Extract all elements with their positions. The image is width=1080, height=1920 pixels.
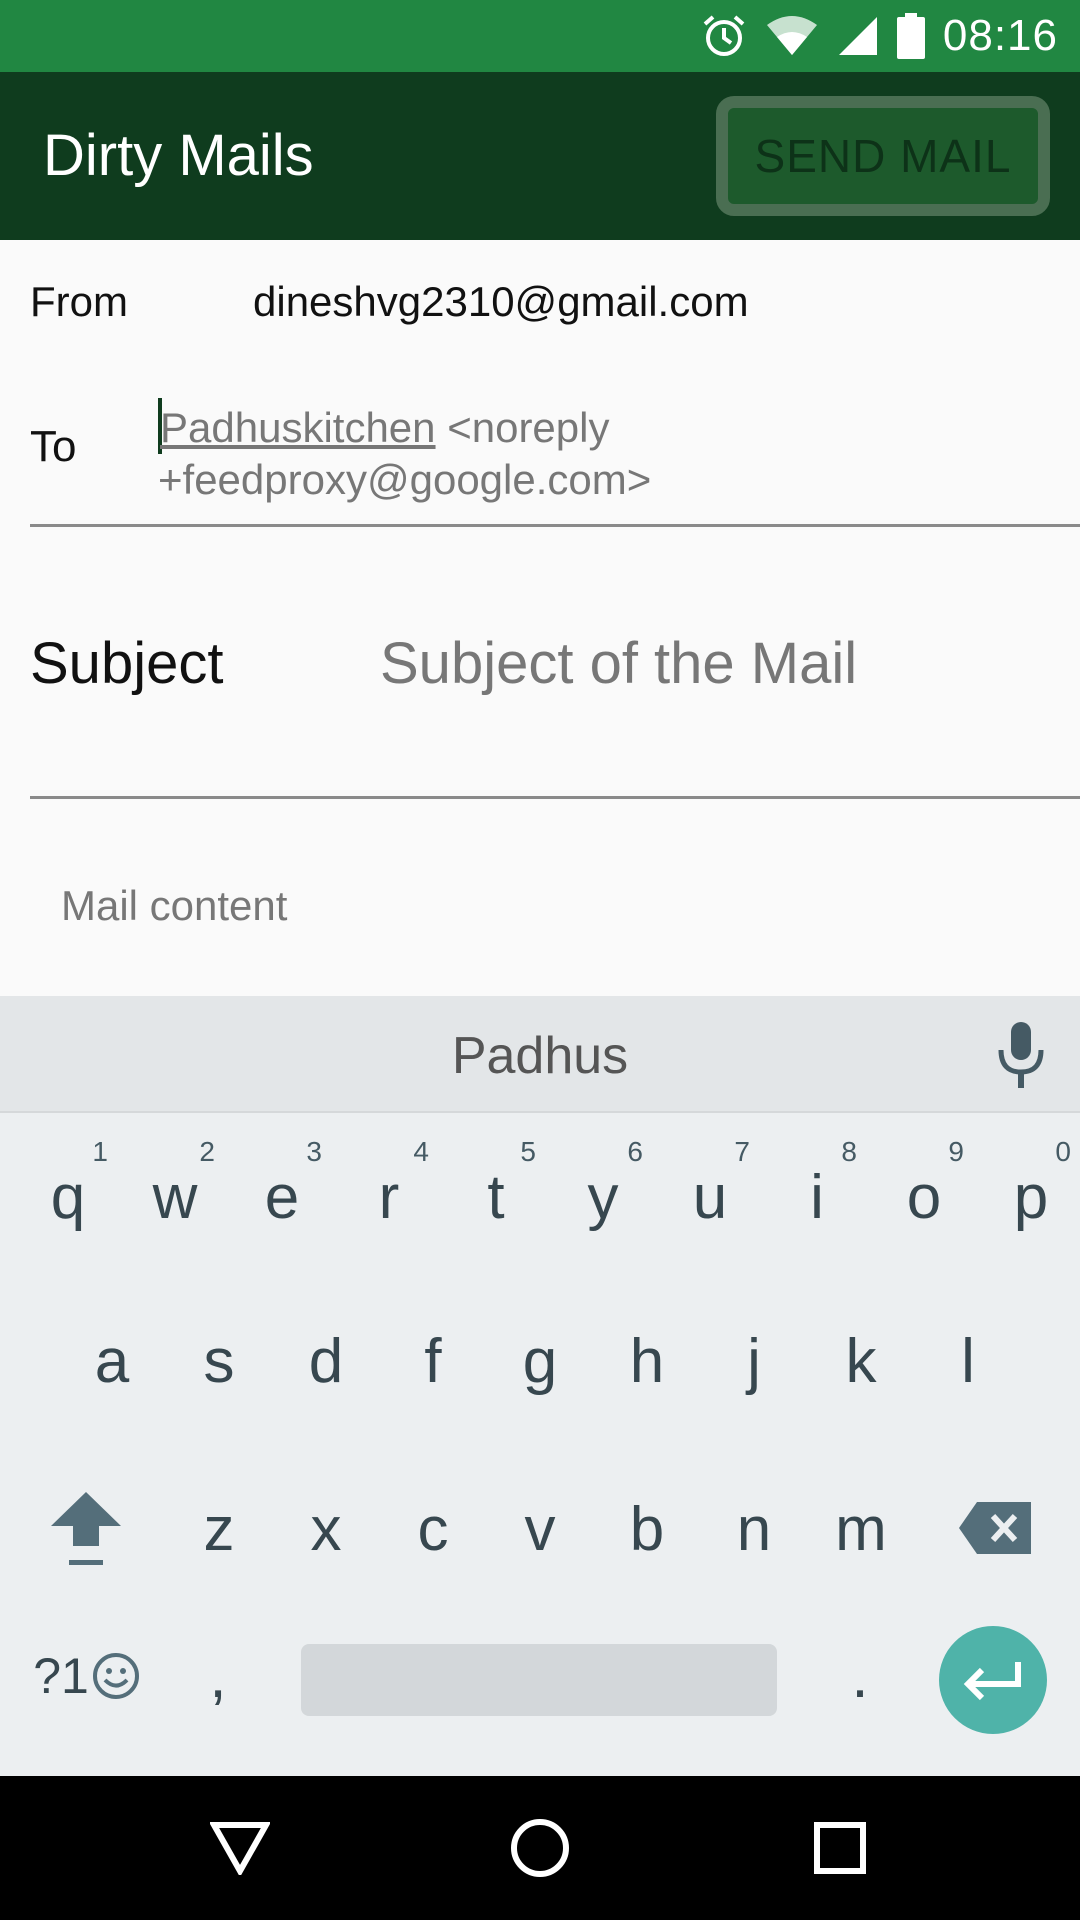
back-triangle-icon xyxy=(210,1822,270,1875)
key-hint: 8 xyxy=(841,1136,857,1167)
key-m[interactable]: m xyxy=(811,1464,911,1594)
to-label: To xyxy=(30,422,77,471)
subject-label: Subject xyxy=(30,631,224,696)
from-address: dineshvg2310@gmail.com xyxy=(253,278,749,325)
key-n[interactable]: n xyxy=(704,1464,804,1594)
period-key[interactable]: . xyxy=(820,1636,900,1716)
key-hint: 0 xyxy=(1055,1136,1071,1167)
key-hint: 1 xyxy=(92,1136,108,1167)
key-q[interactable]: q1 xyxy=(18,1132,118,1262)
key-a[interactable]: a xyxy=(62,1296,162,1426)
alarm-icon xyxy=(703,15,745,56)
key-u[interactable]: u7 xyxy=(660,1132,760,1262)
emoji-icon xyxy=(92,1653,139,1699)
screen: 08:16 Dirty Mails SEND MAIL From dineshv… xyxy=(0,0,1080,1920)
subject-field[interactable]: Subject of the Mail xyxy=(380,630,857,697)
key-p[interactable]: p0 xyxy=(981,1132,1080,1262)
comma-key[interactable]: , xyxy=(178,1636,258,1716)
key-hint: 2 xyxy=(199,1136,215,1167)
navigation-bar xyxy=(0,1776,1080,1920)
key-hint: 6 xyxy=(627,1136,643,1167)
send-mail-button[interactable]: SEND MAIL xyxy=(716,96,1050,216)
key-r[interactable]: r4 xyxy=(339,1132,439,1262)
home-button[interactable] xyxy=(480,1776,600,1920)
key-k[interactable]: k xyxy=(811,1296,911,1426)
backspace-key[interactable] xyxy=(950,1485,1040,1571)
key-b[interactable]: b xyxy=(597,1464,697,1594)
key-y[interactable]: y6 xyxy=(553,1132,653,1262)
wifi-icon xyxy=(766,16,817,55)
to-underline xyxy=(30,524,1080,527)
shift-icon xyxy=(51,1492,121,1565)
mail-content-field[interactable]: Mail content xyxy=(61,882,287,930)
from-label: From xyxy=(30,278,128,325)
suggestion-word[interactable]: Padhus xyxy=(0,1026,1080,1086)
subject-underline xyxy=(30,796,1080,799)
key-hint: 3 xyxy=(306,1136,322,1167)
key-h[interactable]: h xyxy=(597,1296,697,1426)
key-s[interactable]: s xyxy=(169,1296,269,1426)
signal-icon xyxy=(838,17,877,55)
key-v[interactable]: v xyxy=(490,1464,590,1594)
enter-icon xyxy=(963,1662,1021,1701)
space-key[interactable] xyxy=(301,1644,777,1716)
key-z[interactable]: z xyxy=(169,1464,269,1594)
status-bar: 08:16 xyxy=(0,0,1080,72)
suggestion-strip: Padhus xyxy=(0,996,1080,1113)
key-l[interactable]: l xyxy=(918,1296,1018,1426)
backspace-icon xyxy=(959,1502,1031,1554)
key-hint: 9 xyxy=(948,1136,964,1167)
app-title: Dirty Mails xyxy=(43,123,314,188)
symbols-key[interactable]: ?1 xyxy=(28,1636,146,1716)
to-field[interactable]: Padhuskitchen <noreply +feedproxy@google… xyxy=(158,398,1058,506)
app-bar: Dirty Mails SEND MAIL xyxy=(0,72,1080,240)
key-c[interactable]: c xyxy=(383,1464,483,1594)
home-circle-icon xyxy=(511,1819,569,1877)
key-t[interactable]: t5 xyxy=(446,1132,546,1262)
battery-icon xyxy=(896,13,925,59)
shift-key[interactable] xyxy=(43,1485,129,1571)
key-w[interactable]: w2 xyxy=(125,1132,225,1262)
soft-keyboard: Padhus q1w2e3r4t5y6u7i8o9p0 asdfghjkl zx… xyxy=(0,996,1080,1776)
key-g[interactable]: g xyxy=(490,1296,590,1426)
to-suggestion-word: Padhuskitchen xyxy=(160,404,436,451)
key-hint: 7 xyxy=(734,1136,750,1167)
key-i[interactable]: i8 xyxy=(767,1132,867,1262)
recents-button[interactable] xyxy=(780,1776,900,1920)
compose-form: From dineshvg2310@gmail.com To Padhuskit… xyxy=(0,240,1080,996)
key-hint: 4 xyxy=(413,1136,429,1167)
key-j[interactable]: j xyxy=(704,1296,804,1426)
key-hint: 5 xyxy=(520,1136,536,1167)
recents-square-icon xyxy=(814,1822,866,1874)
key-x[interactable]: x xyxy=(276,1464,376,1594)
enter-key[interactable] xyxy=(939,1626,1047,1734)
clock-time: 08:16 xyxy=(942,11,1058,60)
key-d[interactable]: d xyxy=(276,1296,376,1426)
symbols-label: ?1 xyxy=(33,1648,89,1704)
key-e[interactable]: e3 xyxy=(232,1132,332,1262)
key-o[interactable]: o9 xyxy=(874,1132,974,1262)
key-f[interactable]: f xyxy=(383,1296,483,1426)
microphone-icon[interactable] xyxy=(995,1020,1047,1090)
back-button[interactable] xyxy=(180,1776,300,1920)
